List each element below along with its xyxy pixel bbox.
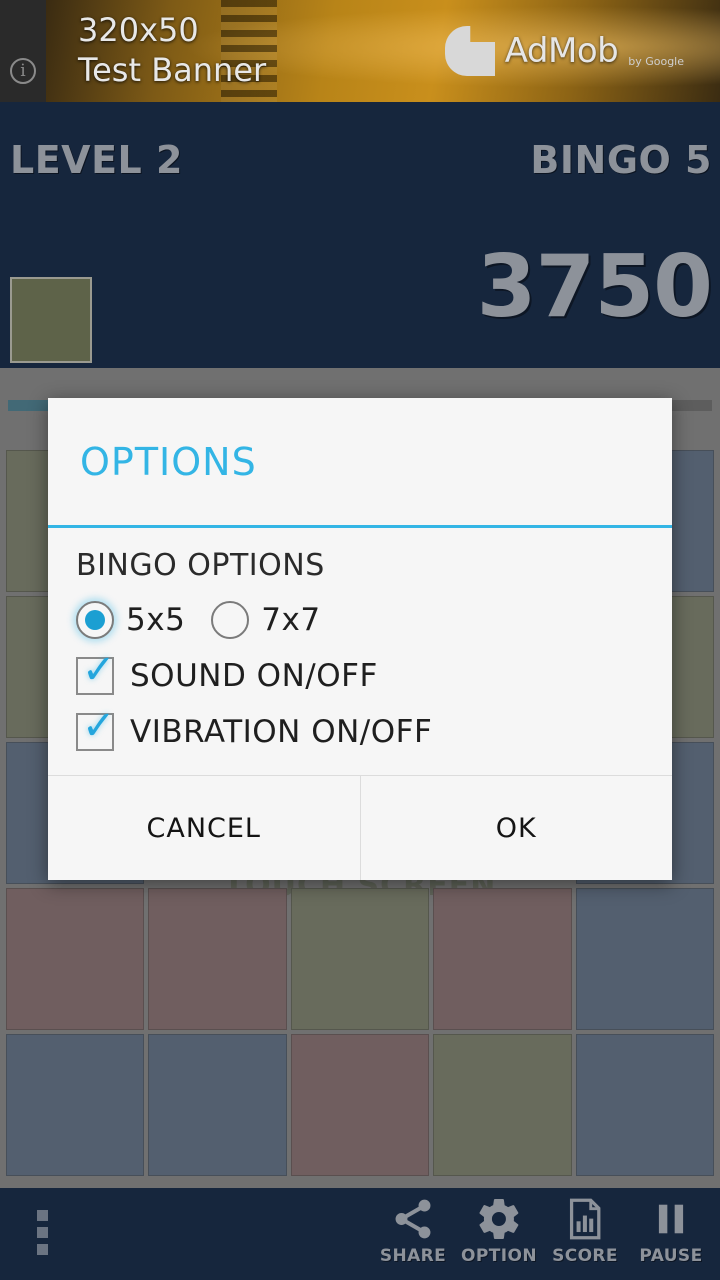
radio-5x5[interactable] — [76, 601, 114, 639]
action-option-label: OPTION — [461, 1246, 537, 1266]
check-icon: ✓ — [82, 647, 116, 693]
check-icon: ✓ — [82, 703, 116, 749]
action-score[interactable]: SCORE — [542, 1196, 628, 1266]
options-dialog: OPTIONS BINGO OPTIONS 5x5 7x7 ✓ SOUND ON… — [48, 398, 672, 880]
admob-byline: by Google — [628, 55, 684, 68]
checkbox-vibration-label[interactable]: VIBRATION ON/OFF — [130, 714, 432, 750]
checkbox-sound[interactable]: ✓ — [76, 650, 116, 695]
admob-brand: AdMob by Google — [444, 26, 684, 76]
overflow-menu-icon[interactable] — [32, 1210, 52, 1255]
dialog-buttons: CANCEL OK — [48, 776, 672, 880]
action-score-label: SCORE — [552, 1246, 618, 1266]
pause-icon — [649, 1196, 693, 1242]
radio-7x7[interactable] — [211, 601, 250, 639]
dialog-body: BINGO OPTIONS 5x5 7x7 ✓ SOUND ON/OFF ✓ V… — [48, 528, 672, 776]
gear-icon — [475, 1196, 523, 1242]
score-value: 3750 — [476, 237, 713, 337]
game-header: LEVEL 2 BINGO 5 3750 — [0, 102, 720, 368]
ad-text-line2: Test Banner — [78, 51, 267, 89]
checkbox-vibration[interactable]: ✓ — [76, 706, 116, 751]
dialog-title: OPTIONS — [80, 439, 257, 484]
info-icon[interactable]: i — [10, 58, 36, 84]
radio-group-bingo-size: 5x5 7x7 — [76, 601, 644, 639]
admob-wordmark: AdMob — [504, 31, 619, 71]
next-piece-preview — [10, 277, 92, 363]
radio-5x5-label[interactable]: 5x5 — [126, 602, 185, 638]
ad-creative[interactable]: 320x50 Test Banner AdMob by Google — [46, 0, 720, 102]
cancel-button[interactable]: CANCEL — [48, 776, 361, 880]
ad-text: 320x50 Test Banner — [78, 10, 266, 90]
bottom-toolbar: SHARE OPTION SCORE PAUSE — [0, 1188, 720, 1280]
section-label: BINGO OPTIONS — [76, 548, 325, 583]
checkbox-row-vibration[interactable]: ✓ VIBRATION ON/OFF — [76, 706, 644, 751]
ad-text-line1: 320x50 — [78, 11, 199, 49]
action-group: SHARE OPTION SCORE PAUSE — [370, 1196, 714, 1266]
score-document-icon — [562, 1196, 608, 1242]
share-icon — [390, 1196, 436, 1242]
game-screen: i 320x50 Test Banner AdMob by Google LEV… — [0, 0, 720, 1280]
action-pause[interactable]: PAUSE — [628, 1196, 714, 1266]
ok-button[interactable]: OK — [360, 776, 672, 880]
action-share[interactable]: SHARE — [370, 1196, 456, 1266]
ad-info-strip[interactable]: i — [0, 0, 46, 102]
action-pause-label: PAUSE — [639, 1246, 703, 1266]
level-label: LEVEL 2 — [10, 138, 183, 182]
admob-logo-icon — [444, 26, 495, 76]
radio-5x5-dot — [85, 610, 105, 630]
action-share-label: SHARE — [379, 1246, 447, 1266]
dialog-header: OPTIONS — [48, 398, 672, 528]
radio-7x7-label[interactable]: 7x7 — [261, 602, 320, 638]
bingo-label: BINGO 5 — [530, 138, 712, 182]
checkbox-row-sound[interactable]: ✓ SOUND ON/OFF — [76, 650, 644, 695]
checkbox-sound-label[interactable]: SOUND ON/OFF — [130, 658, 378, 694]
ad-banner[interactable]: i 320x50 Test Banner AdMob by Google — [0, 0, 720, 102]
action-option[interactable]: OPTION — [456, 1196, 542, 1266]
